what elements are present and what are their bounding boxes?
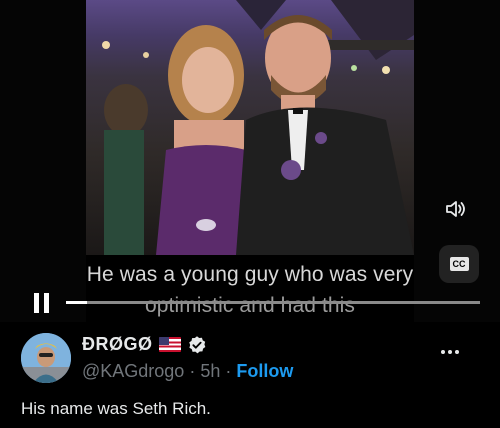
caption-line-2: optimistic and had this	[144, 294, 356, 317]
video-still-image	[102, 0, 414, 255]
meta-separator: ·	[189, 361, 196, 381]
tweet-timestamp[interactable]: 5h	[200, 361, 220, 382]
author-name-row: ÐRØGØ	[82, 334, 207, 355]
pause-icon-bar-left	[34, 293, 39, 313]
avatar-image	[21, 333, 71, 383]
follow-button[interactable]: Follow	[236, 361, 293, 382]
author-handle[interactable]: @KAGdrogo	[82, 361, 184, 382]
video-frame[interactable]	[86, 0, 414, 255]
video-progress-fill	[66, 301, 87, 304]
more-options-button[interactable]	[441, 350, 459, 354]
volume-icon	[446, 201, 465, 217]
avatar[interactable]	[21, 333, 71, 383]
meta-separator-2: ·	[225, 361, 232, 381]
pause-icon-bar-right	[44, 293, 49, 313]
us-flag-icon	[158, 337, 181, 352]
author-meta-row: @KAGdrogo · 5h · Follow	[82, 361, 293, 382]
more-dots-icon	[441, 350, 445, 354]
caption-line-1: He was a young guy who was very	[86, 263, 414, 286]
video-player[interactable]: CC He was a young guy who was very optim…	[0, 0, 500, 322]
author-display-name[interactable]: ÐRØGØ	[82, 334, 153, 355]
verified-badge-icon	[188, 335, 205, 353]
tweet-text: His name was Seth Rich.	[21, 399, 211, 418]
video-progress-bar[interactable]	[66, 301, 480, 304]
pause-button[interactable]	[34, 293, 52, 313]
volume-button[interactable]	[443, 196, 469, 222]
